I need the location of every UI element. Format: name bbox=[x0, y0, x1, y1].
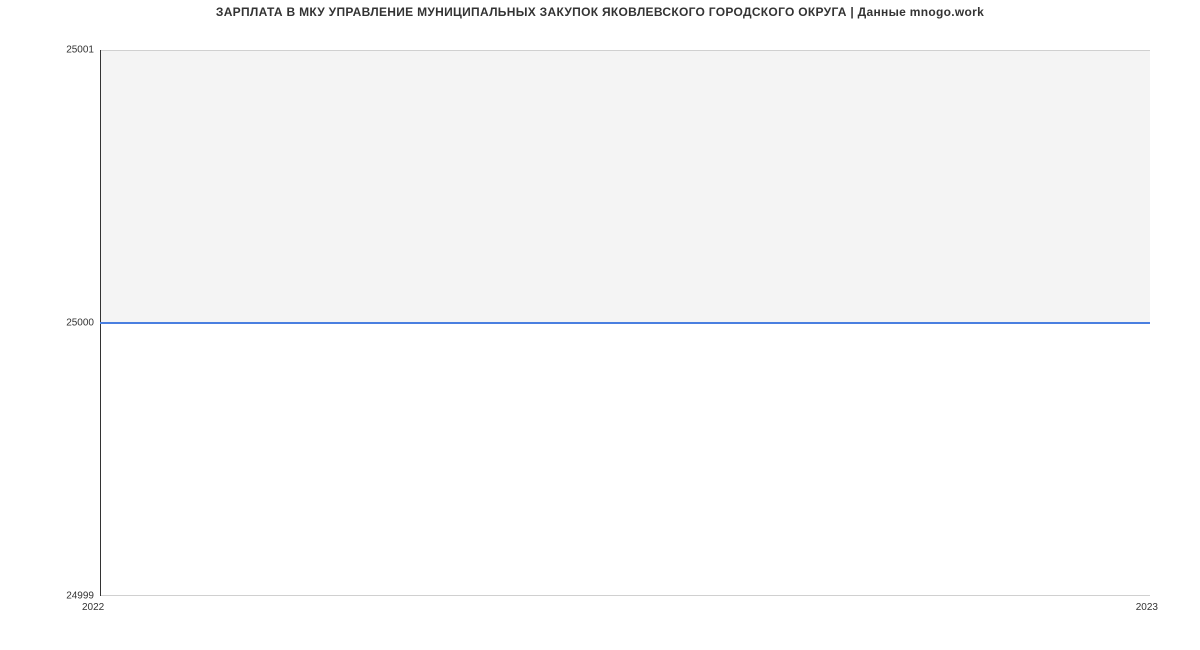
y-tick-label: 25001 bbox=[66, 45, 94, 56]
x-tick-label: 2023 bbox=[1136, 602, 1158, 613]
plot-lower-band bbox=[100, 323, 1150, 596]
data-line bbox=[100, 322, 1150, 324]
x-tick-label: 2022 bbox=[82, 602, 104, 613]
chart-container: ЗАРПЛАТА В МКУ УПРАВЛЕНИЕ МУНИЦИПАЛЬНЫХ … bbox=[0, 0, 1200, 650]
y-tick-label: 24999 bbox=[66, 591, 94, 602]
plot-area bbox=[100, 50, 1150, 596]
plot-upper-band bbox=[100, 50, 1150, 323]
y-tick-label: 25000 bbox=[66, 318, 94, 329]
chart-title: ЗАРПЛАТА В МКУ УПРАВЛЕНИЕ МУНИЦИПАЛЬНЫХ … bbox=[0, 5, 1200, 19]
